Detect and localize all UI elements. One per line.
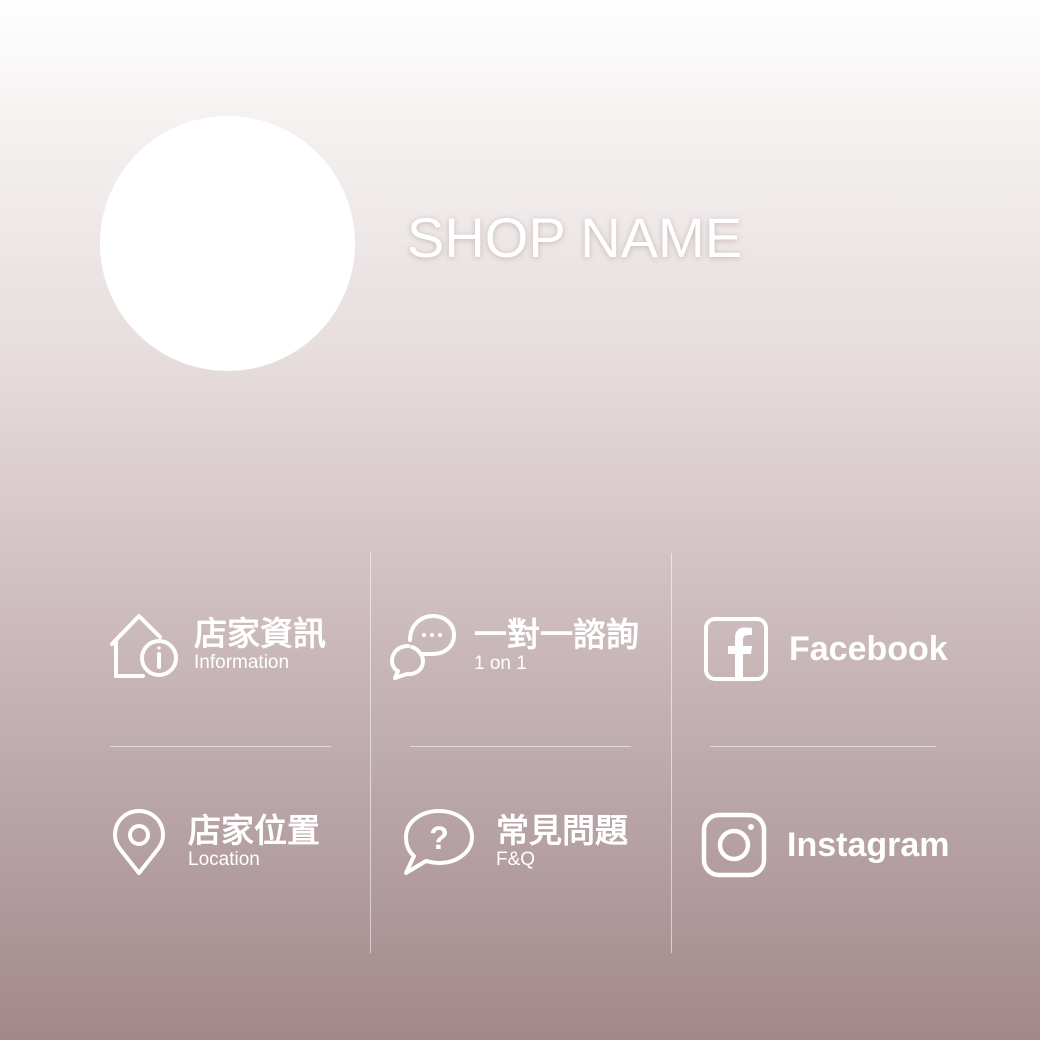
row-divider xyxy=(410,746,631,747)
menu-title: 店家位置 xyxy=(188,811,320,850)
house-info-icon xyxy=(106,610,180,680)
facebook-link[interactable]: Facebook xyxy=(703,616,948,682)
question-bubble-icon: ? xyxy=(402,808,476,876)
map-pin-icon xyxy=(112,808,166,876)
facebook-icon xyxy=(703,616,769,682)
menu-subtitle: F&Q xyxy=(496,849,536,870)
menu-item-location[interactable]: 店家位置 Location xyxy=(112,808,320,876)
menu-subtitle: 1 on 1 xyxy=(474,653,527,674)
menu-title: 店家資訊 xyxy=(194,614,326,653)
menu-item-consult[interactable]: 一對一諮詢 1 on 1 xyxy=(388,612,639,680)
instagram-label: Instagram xyxy=(787,825,950,864)
menu-subtitle: Information xyxy=(194,652,290,673)
menu-item-information[interactable]: 店家資訊 Information xyxy=(106,610,326,680)
facebook-label: Facebook xyxy=(789,629,948,668)
row-divider xyxy=(710,746,936,747)
menu-item-faq[interactable]: ? 常見問題 F&Q xyxy=(402,808,628,876)
menu-subtitle: Location xyxy=(188,849,260,870)
chat-bubbles-icon xyxy=(388,612,460,680)
avatar xyxy=(100,116,355,371)
svg-text:?: ? xyxy=(429,820,449,856)
instagram-link[interactable]: Instagram xyxy=(701,812,950,878)
menu-title: 常見問題 xyxy=(496,811,628,850)
column-divider xyxy=(370,553,371,953)
menu-title: 一對一諮詢 xyxy=(474,615,639,654)
column-divider xyxy=(671,553,672,953)
shop-name: SHOP NAME xyxy=(407,206,743,269)
row-divider xyxy=(110,746,331,747)
instagram-icon xyxy=(701,812,767,878)
